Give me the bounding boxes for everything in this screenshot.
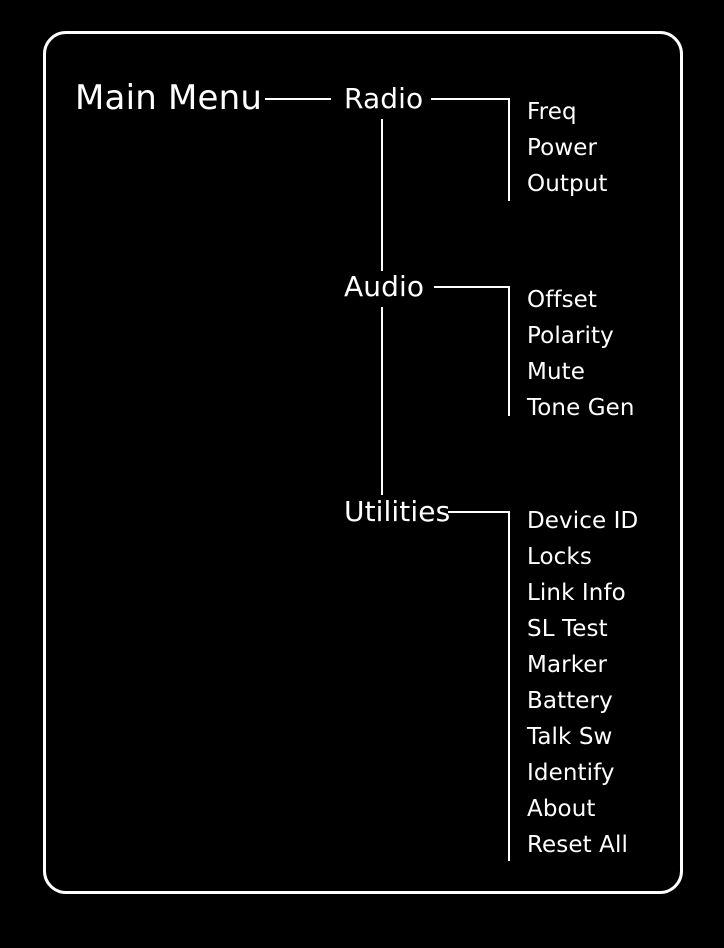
connector-trunk-audio-to-utilities: [381, 307, 383, 495]
leaf-item-tone-gen[interactable]: Tone Gen: [527, 397, 635, 433]
leaf-item-talk-sw[interactable]: Talk Sw: [527, 726, 638, 762]
branch-node-radio[interactable]: Radio: [344, 85, 423, 113]
leaf-group-utilities: Device ID Locks Link Info SL Test Marker…: [527, 510, 638, 870]
leaf-item-device-id[interactable]: Device ID: [527, 510, 638, 546]
leaf-item-reset-all[interactable]: Reset All: [527, 834, 638, 870]
leaf-item-mute[interactable]: Mute: [527, 361, 635, 397]
bracket-radio-items: [508, 98, 510, 201]
menu-tree-diagram: Main Menu Radio Freq Power Output Audio …: [0, 0, 724, 948]
connector-utilities-to-bracket: [448, 511, 510, 513]
leaf-item-sl-test[interactable]: SL Test: [527, 618, 638, 654]
root-node-main-menu[interactable]: Main Menu: [75, 81, 262, 115]
connector-audio-to-bracket: [434, 286, 510, 288]
leaf-item-marker[interactable]: Marker: [527, 654, 638, 690]
leaf-item-offset[interactable]: Offset: [527, 289, 635, 325]
leaf-item-polarity[interactable]: Polarity: [527, 325, 635, 361]
leaf-item-locks[interactable]: Locks: [527, 546, 638, 582]
leaf-item-about[interactable]: About: [527, 798, 638, 834]
bracket-audio-items: [508, 286, 510, 416]
bracket-utilities-items: [508, 511, 510, 861]
connector-root-to-radio: [265, 98, 331, 100]
leaf-group-audio: Offset Polarity Mute Tone Gen: [527, 289, 635, 433]
leaf-item-output[interactable]: Output: [527, 173, 608, 209]
branch-node-utilities[interactable]: Utilities: [344, 498, 450, 526]
leaf-item-battery[interactable]: Battery: [527, 690, 638, 726]
branch-node-audio[interactable]: Audio: [344, 273, 424, 301]
leaf-item-power[interactable]: Power: [527, 137, 608, 173]
leaf-group-radio: Freq Power Output: [527, 101, 608, 209]
connector-radio-to-bracket: [431, 98, 510, 100]
leaf-item-freq[interactable]: Freq: [527, 101, 608, 137]
leaf-item-link-info[interactable]: Link Info: [527, 582, 638, 618]
connector-trunk-radio-to-audio: [381, 119, 383, 271]
leaf-item-identify[interactable]: Identify: [527, 762, 638, 798]
